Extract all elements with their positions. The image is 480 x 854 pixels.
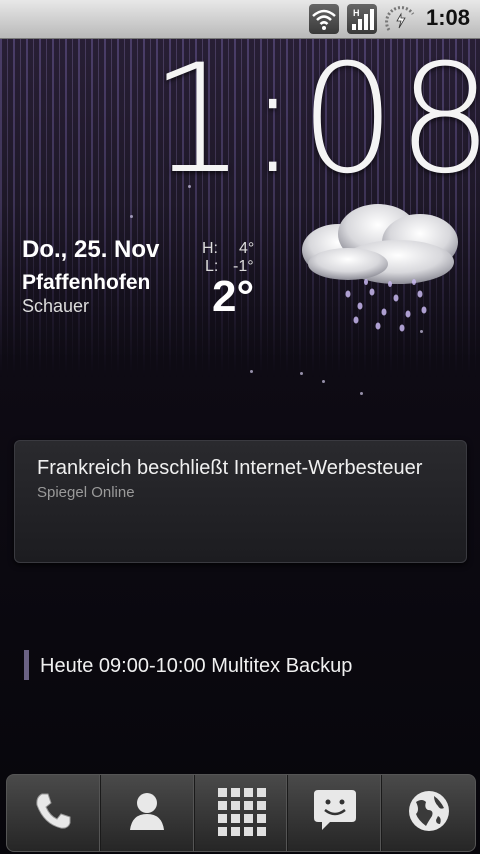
messaging-icon [310,788,360,838]
weather-date[interactable]: Do., 25. Nov [22,236,159,264]
big-clock-widget[interactable]: 1:08 [150,45,480,195]
home-screen: H 1:08 1:08 Do., 25. Nov Pfaffenhofen Sc… [0,0,480,854]
status-time: 1:08 [425,5,470,30]
phone-icon [30,788,76,838]
signal-icon: H [347,4,377,34]
wifi-icon [309,4,339,34]
rain-cloud-icon[interactable] [298,198,468,338]
battery-charging-icon [385,4,417,34]
wallpaper-sparkle [360,392,363,395]
wallpaper-sparkle [300,372,303,375]
calendar-color-bar [24,650,29,680]
weather-current-temp[interactable]: 2° [212,272,254,322]
app-drawer-icon [216,786,266,840]
svg-text:H: H [353,8,360,18]
weather-city[interactable]: Pfaffenhofen [22,271,150,295]
app-drawer-button[interactable] [195,775,289,851]
messaging-button[interactable] [288,775,383,851]
browser-icon [406,788,452,838]
news-headline[interactable]: Frankreich beschließt Internet-Werbesteu… [37,457,422,480]
news-source: Spiegel Online [37,484,135,501]
phone-button[interactable] [7,775,101,851]
browser-button[interactable] [382,775,475,851]
weather-high-label: H: [202,240,218,257]
weather-condition: Schauer [22,296,90,316]
weather-high-value: 4° [239,240,255,257]
wallpaper-sparkle [322,380,325,383]
news-widget[interactable]: Frankreich beschließt Internet-Werbesteu… [14,440,467,563]
contacts-button[interactable] [101,775,195,851]
dock-bar [6,774,476,852]
contacts-icon [124,788,170,838]
wallpaper-sparkle [130,215,133,218]
calendar-event[interactable]: Heute 09:00-10:00 Multitex Backup [40,655,352,678]
wallpaper-sparkle [250,370,253,373]
